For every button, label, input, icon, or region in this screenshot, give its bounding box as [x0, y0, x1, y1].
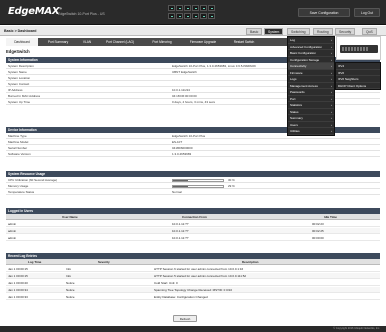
- refresh-button[interactable]: Refresh: [173, 315, 197, 322]
- brand-logo: EdgeMAX®: [8, 6, 62, 17]
- breadcrumb: Basic > Dashboard: [4, 29, 37, 33]
- log-table-header: Log Time Severity Description: [6, 259, 380, 265]
- tab-restart-switch[interactable]: Restart Switch: [226, 38, 262, 46]
- menu-basic[interactable]: Basic: [246, 27, 263, 35]
- menu-routing[interactable]: Routing: [313, 27, 333, 35]
- connectivity-submenu: IPv4 IPv6 IPv6 Neighbors DHCP Client Option…: [335, 62, 381, 90]
- top-header: EdgeMAX® EdgeSwitch 10-Port Plus - US Sa…: [0, 0, 386, 25]
- table-row: admin 10.0.1.11:?? 00:00:00: [6, 235, 380, 241]
- cpu-usage-bar: [172, 178, 224, 182]
- tab-port-channel[interactable]: Port Channel (LAG): [98, 38, 142, 46]
- switch-port-icon[interactable]: [192, 5, 199, 11]
- switch-port-icon[interactable]: [168, 13, 175, 19]
- switch-port-icon[interactable]: [200, 13, 207, 19]
- chevron-right-icon: ›: [331, 129, 332, 133]
- table-row: Jan 1 00:00:33 Notice Entity Database: C…: [6, 294, 380, 300]
- switch-port-icon[interactable]: [184, 13, 191, 19]
- menu-switching[interactable]: Switching: [287, 27, 310, 35]
- tab-vlan[interactable]: VLAN: [78, 38, 96, 46]
- table-row: Jan 1 00:00:15 Info HTTP Session 6 start…: [6, 266, 380, 272]
- footer: © Copyright 2016 Ubiquiti Networks, Inc.: [0, 326, 386, 332]
- dashboard-tabs: Dashboard Port Summary VLAN Port Channel…: [6, 38, 288, 46]
- tab-port-summary[interactable]: Port Summary: [40, 38, 76, 46]
- menu-item-utilities[interactable]: Utilities ›: [288, 128, 334, 135]
- table-row: admin 10.0.1.11:?? 00:02:23: [6, 221, 380, 227]
- menu-system[interactable]: System: [264, 27, 284, 35]
- device-model: EdgeSwitch 10-Port Plus - US: [58, 12, 105, 16]
- switch-port-icon[interactable]: [200, 5, 207, 11]
- table-row: Jan 1 00:00:20 Notice Cold Start: Unit: …: [6, 280, 380, 286]
- switch-port-icon[interactable]: [192, 13, 199, 19]
- port-panel: [168, 5, 218, 20]
- device-image: [336, 36, 381, 60]
- switch-port-icon[interactable]: [184, 5, 191, 11]
- temperature-row: Temperature Status Normal: [6, 189, 380, 195]
- switch-port-icon[interactable]: [208, 13, 215, 19]
- tab-firmware-upgrade[interactable]: Firmware Upgrade: [182, 38, 224, 46]
- device-name: EdgeSwitch: [6, 49, 30, 54]
- submenu-item-dhcp-client-options[interactable]: DHCP Client Options: [336, 83, 380, 89]
- info-row: Software Version 1.3.0.4653983: [6, 151, 380, 157]
- table-row: admin 10.0.1.11:?? 00:02:25: [6, 228, 380, 234]
- copyright-text: © Copyright 2016 Ubiquiti Networks, Inc.: [333, 327, 380, 330]
- menu-qos[interactable]: QoS: [362, 27, 377, 35]
- system-dropdown-menu: Log › Advanced Configuration › Basic Configu…: [287, 36, 335, 136]
- save-configuration-button[interactable]: Save Configuration: [298, 8, 350, 17]
- table-row: Jan 1 00:00:15 Info HTTP Session 5 start…: [6, 273, 380, 279]
- switch-port-icon[interactable]: [176, 5, 183, 11]
- table-row: Jan 1 00:00:34 Notice Spanning Tree Topo…: [6, 287, 380, 293]
- users-table-header: User Name Connection From Idle Time: [6, 214, 380, 220]
- memory-usage-bar: [172, 184, 224, 188]
- menu-bar: Basic > Dashboard Basic System Switching…: [0, 26, 386, 36]
- tab-dashboard[interactable]: Dashboard: [6, 38, 38, 46]
- switch-port-icon[interactable]: [176, 13, 183, 19]
- tab-port-mirroring[interactable]: Port Mirroring: [144, 38, 180, 46]
- logout-button[interactable]: Log Out: [354, 8, 380, 17]
- switch-port-icon[interactable]: [168, 5, 175, 11]
- switch-port-icon[interactable]: [208, 5, 215, 11]
- menu-security[interactable]: Security: [335, 27, 356, 35]
